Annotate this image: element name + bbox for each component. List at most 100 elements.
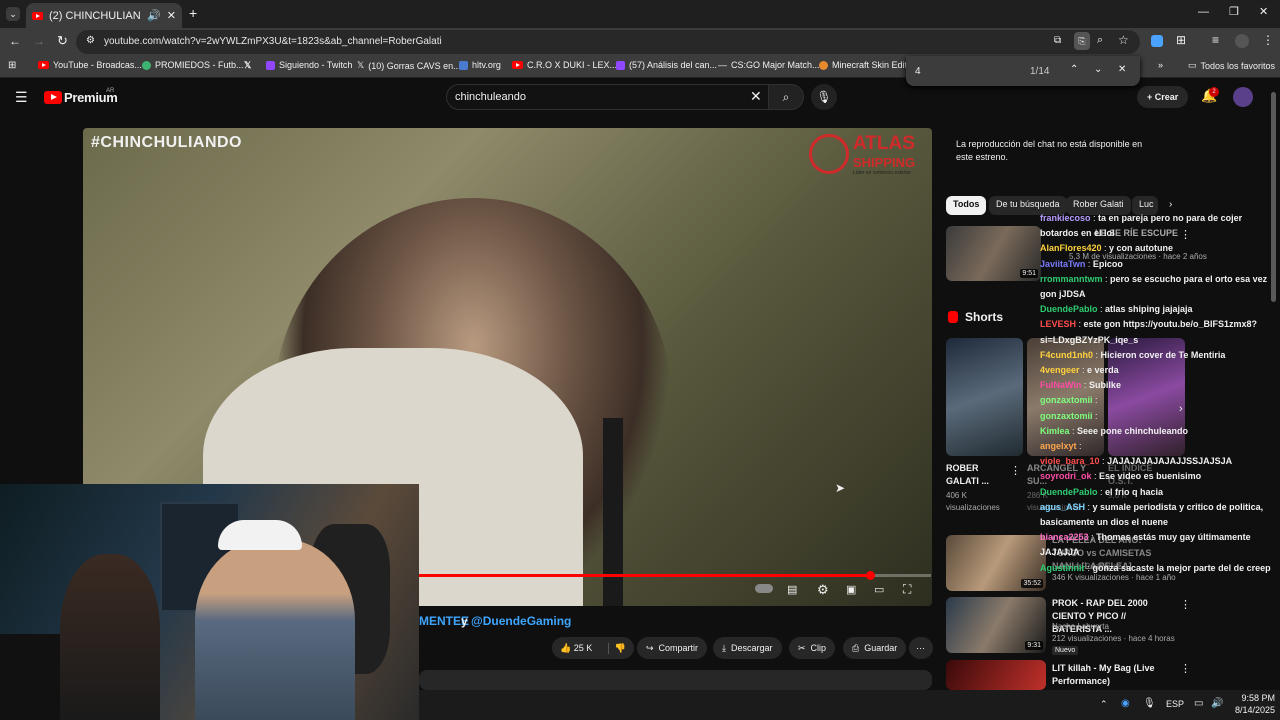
theater-mode-icon[interactable]: ▭ (874, 583, 884, 596)
chat-username[interactable]: gonzaxtomii (1040, 411, 1093, 421)
mic-tray-icon[interactable]: 🎙 (1143, 698, 1156, 709)
reload-icon[interactable]: ↻ (57, 33, 68, 49)
clear-search-icon[interactable]: ✕ (750, 88, 762, 105)
restore-icon[interactable]: ❐ (1229, 5, 1239, 18)
search-button[interactable]: ⌕ (768, 84, 804, 110)
chat-username[interactable]: viole_bara_10 (1040, 456, 1100, 466)
chat-username[interactable]: DuendePablo (1040, 487, 1098, 497)
chat-username[interactable]: Agustinnir (1040, 563, 1085, 573)
rec-thumb-1[interactable]: 35:52 (946, 535, 1046, 591)
rec-channel-2[interactable]: Nacho Lahuerta (1052, 621, 1109, 633)
chat-username[interactable]: soyrodri_ok (1040, 471, 1092, 481)
rec-title-3[interactable]: LIT killah - My Bag (Live Performance) (1052, 662, 1174, 688)
extensions-puzzle-icon[interactable]: ⊞ (1176, 33, 1186, 47)
tab-search-icon[interactable]: ⌄ (6, 7, 20, 21)
voice-search-icon[interactable]: 🎙 (811, 84, 837, 110)
find-input[interactable]: 4 (915, 66, 921, 77)
chat-username[interactable]: angelxyt (1040, 441, 1077, 451)
dislike-button[interactable]: 👎 (607, 642, 634, 654)
mention-b[interactable]: @DuendeGaming (471, 614, 571, 628)
download-button[interactable]: ⤓ Descargar (713, 637, 782, 659)
minimize-icon[interactable]: — (1198, 6, 1209, 18)
share-button[interactable]: ↪ Compartir (637, 637, 708, 659)
new-tab-button[interactable]: + (189, 5, 197, 21)
zoom-icon[interactable]: ⌕ (1097, 34, 1103, 47)
save-button[interactable]: ⎙ Guardar (843, 637, 907, 659)
chip-all[interactable]: Todos (946, 196, 987, 215)
forward-icon[interactable]: → (33, 34, 45, 48)
browser-tab-active[interactable]: (2) CHINCHULIANDO con 🔊 ✕ (26, 3, 182, 28)
apps-grid-icon[interactable]: ⊞ (8, 60, 16, 71)
bookmark-4[interactable]: 𝕏 (10) Gorras CAVS en... (357, 60, 461, 71)
progress-scrubber[interactable] (865, 571, 875, 580)
description-box[interactable] (419, 670, 932, 690)
bookmark-1[interactable]: PROMIEDOS - Futb... (142, 60, 244, 70)
miniplayer-icon[interactable]: ▣ (846, 583, 856, 596)
chat-username[interactable]: frankiecoso (1040, 213, 1091, 223)
chat-username[interactable]: F4cund1nh0 (1040, 350, 1093, 360)
bookmark-9[interactable]: Minecraft Skin Edito (819, 60, 912, 70)
settings-gear-icon[interactable]: ⚙ (817, 582, 829, 598)
find-next-icon[interactable]: ⌄ (1094, 64, 1102, 75)
rec-thumb-3[interactable] (946, 660, 1046, 690)
tab-close-icon[interactable]: ✕ (167, 9, 176, 22)
autoplay-toggle[interactable] (755, 584, 773, 593)
bookmark-3[interactable]: Siguiendo - Twitch (266, 60, 352, 70)
like-button[interactable]: 👍 25 K (552, 643, 592, 654)
volume-icon[interactable]: 🔊 (1211, 698, 1223, 709)
account-avatar[interactable] (1233, 87, 1253, 107)
chips-next-icon[interactable]: › (1169, 199, 1172, 210)
bookmark-7[interactable]: (57) Análisis del can... (616, 60, 717, 70)
bookmark-star-icon[interactable]: ☆ (1118, 33, 1129, 47)
translate-icon[interactable]: ⎘ (1074, 32, 1090, 50)
clock-time[interactable]: 9:58 PM (1235, 693, 1275, 703)
find-close-icon[interactable]: ✕ (1118, 64, 1126, 75)
find-prev-icon[interactable]: ⌃ (1070, 64, 1078, 75)
short-title-0[interactable]: ROBER GALATI ... (946, 462, 1008, 488)
chat-username[interactable]: rrommanntwm (1040, 274, 1103, 284)
bookmark-x[interactable]: 𝕏 (244, 60, 251, 71)
bookmark-8[interactable]: — CS:GO Major Match... (718, 60, 820, 70)
back-icon[interactable]: ← (9, 34, 21, 48)
create-button[interactable]: + Crear (1137, 86, 1189, 108)
rec-thumb-2[interactable]: 9:31 (946, 597, 1046, 653)
bookmarks-overflow-icon[interactable]: » (1158, 60, 1163, 70)
tray-overflow-icon[interactable]: ⌃ (1100, 699, 1108, 710)
cast-icon[interactable]: ⧉ (1054, 35, 1061, 46)
clock-date[interactable]: 8/14/2025 (1229, 705, 1275, 715)
browser-menu-icon[interactable]: ⋮ (1262, 33, 1274, 47)
chat-username[interactable]: Kimlea (1040, 426, 1070, 436)
chat-username[interactable]: FulNaWin (1040, 380, 1081, 390)
speaker-icon[interactable]: 🔊 (147, 9, 161, 22)
language-indicator[interactable]: ESP (1166, 699, 1184, 709)
chat-username[interactable]: gonzaxtomii (1040, 395, 1093, 405)
window-close-icon[interactable]: ✕ (1259, 5, 1268, 18)
rec-more-icon[interactable]: ⋮ (1180, 662, 1191, 675)
address-bar[interactable]: ⚙ youtube.com/watch?v=2wYWLZmPX3U&t=1823… (76, 30, 1140, 54)
rec-more-icon[interactable]: ⋮ (1180, 598, 1191, 611)
chat-username[interactable]: JaviitaTwn (1040, 259, 1085, 269)
clip-button[interactable]: ✂ Clip (789, 637, 836, 659)
bookmark-5[interactable]: hltv.org (459, 60, 501, 70)
chat-username[interactable]: bianca2253 (1040, 532, 1089, 542)
search-input[interactable]: chinchuleando (446, 84, 772, 110)
site-info-icon[interactable]: ⚙ (86, 35, 95, 46)
network-icon[interactable]: ▭ (1194, 698, 1203, 709)
bookmark-0[interactable]: YouTube - Broadcas... (38, 60, 142, 70)
more-actions-icon[interactable]: ⋯ (909, 637, 933, 659)
all-favorites[interactable]: ▭ Todos los favoritos (1188, 60, 1275, 71)
chat-username[interactable]: DuendePablo (1040, 304, 1098, 314)
chat-username[interactable]: agus_ASH (1040, 502, 1085, 512)
captions-icon[interactable]: ▤ (787, 583, 797, 596)
hamburger-menu-icon[interactable]: ☰ (15, 89, 28, 106)
fullscreen-icon[interactable]: ⛶ (903, 582, 911, 597)
steam-icon[interactable]: ◉ (1121, 698, 1130, 709)
chat-username[interactable]: LEVESH (1040, 319, 1076, 329)
short-thumb-0[interactable] (946, 338, 1023, 456)
chat-username[interactable]: 4vengeer (1040, 365, 1080, 375)
rec-thumb-0[interactable]: 9:51 (946, 226, 1041, 281)
profile-avatar[interactable] (1235, 34, 1249, 48)
bookmark-6[interactable]: C.R.O X DUKI - LEX... (512, 60, 617, 70)
chat-username[interactable]: AlanFlores420 (1040, 243, 1102, 253)
media-control-icon[interactable]: ≡ (1212, 33, 1219, 47)
